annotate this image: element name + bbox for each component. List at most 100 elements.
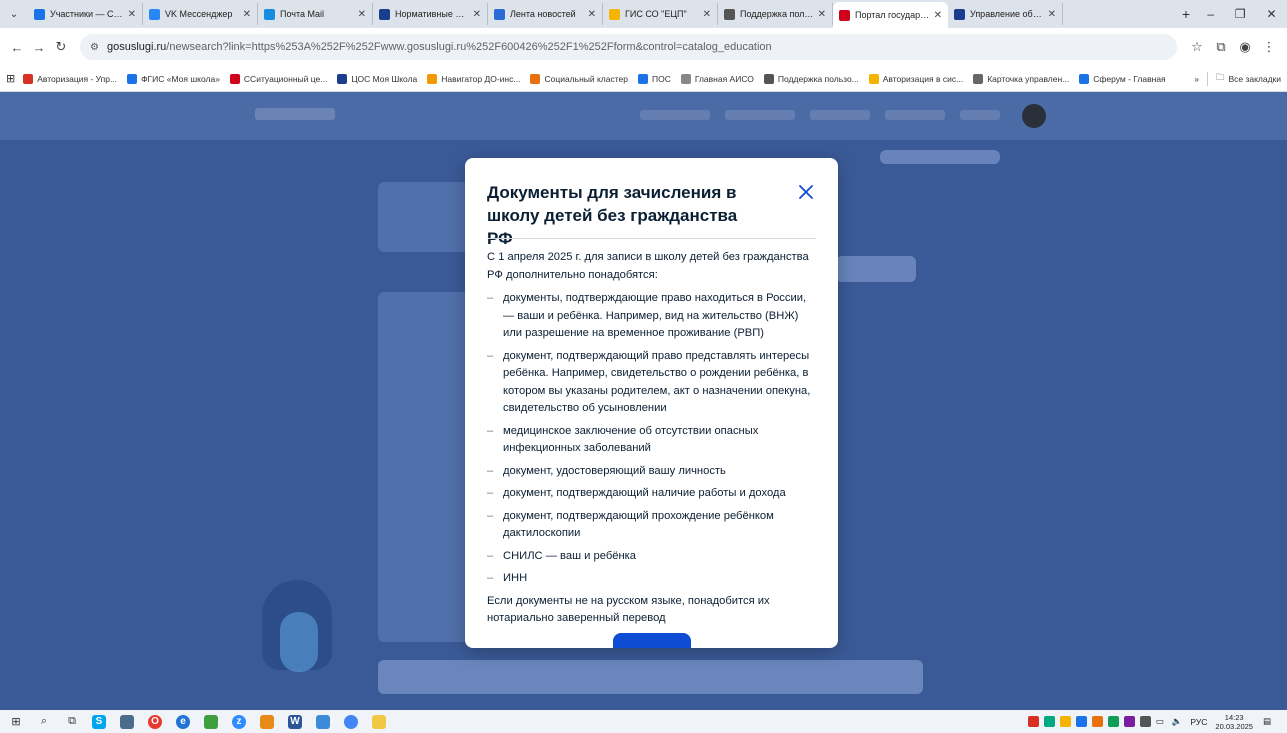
tray-app-icon[interactable] [1075,716,1087,727]
network-icon[interactable]: ▭ [1156,716,1164,727]
browser-tab[interactable]: Управление образо ✕ [948,3,1063,25]
new-tab-button[interactable]: + [1175,6,1197,22]
notifications-icon[interactable]: ▤ [1263,716,1271,727]
list-bullet: – [487,549,494,562]
tab-close-icon[interactable]: ✕ [358,9,366,20]
apps-grid-icon[interactable]: ⊞ [6,72,15,85]
browser-tab[interactable]: ГИС СО "ЕЦП" ✕ [603,3,718,25]
background-block [378,292,468,642]
language-indicator[interactable]: РУС [1190,717,1207,727]
bookmark-item[interactable]: Поддержка пользо... [763,73,859,84]
chrome-icon[interactable] [344,714,358,729]
tab-close-icon[interactable]: ✕ [128,9,136,20]
browser-tab-bar: ⌄ Участники — Сферу✕VK Мессенджер✕Почта … [0,0,1287,28]
bookmark-item[interactable]: Навигатор ДО-инс... [427,73,520,84]
tray-app-icon[interactable] [1027,716,1039,727]
tab-close-icon[interactable]: ✕ [1048,9,1056,20]
header-nav-item [960,110,1000,120]
tab-strip: Участники — Сферу✕VK Мессенджер✕Почта Ma… [28,0,1175,28]
extensions-icon[interactable]: ⧉ [1209,39,1233,55]
list-bullet: – [487,572,494,584]
bookmark-item[interactable]: ССитуационный це... [229,73,328,84]
outlook-icon[interactable] [260,714,274,729]
modal-header: Документы для зачисления в школу детей б… [487,181,767,250]
tray-app-icon[interactable] [1123,716,1135,727]
all-bookmarks-link[interactable]: Все закладки [1228,74,1281,84]
bookmark-item[interactable]: Карточка управлен... [973,73,1070,84]
tray-app-icon[interactable] [1059,716,1071,727]
header-nav-item [810,110,870,120]
tab-search-icon[interactable]: ⌄ [0,0,28,28]
bookmark-label: Сферум - Главная [1093,73,1166,84]
bookmark-item[interactable]: Авторизация в сис... [868,73,963,84]
word-icon[interactable]: W [288,714,302,729]
site-info-icon[interactable]: ⚙ [90,42,99,53]
browser-tab[interactable]: Поддержка пользо ✕ [718,3,833,25]
bookmark-item[interactable]: Сферум - Главная [1079,73,1166,84]
system-clock[interactable]: 14:23 20.03.2025 [1215,713,1253,731]
browser-tab[interactable]: Участники — Сферу✕ [28,3,143,25]
browser-tab[interactable]: VK Мессенджер ✕ [143,3,258,25]
more-bookmarks-button[interactable]: » [1194,74,1199,84]
ie-icon[interactable]: e [176,714,190,729]
tray-app-icon[interactable] [1043,716,1055,727]
forward-arrow-icon[interactable]: → [28,40,50,55]
opera-icon[interactable]: O [148,714,162,729]
tab-close-icon[interactable]: ✕ [473,9,481,20]
close-icon[interactable] [796,182,816,202]
bookmark-item[interactable]: Социальный кластер [530,73,628,84]
bookmark-label: Карточка управлен... [987,73,1070,84]
tray-app-icon[interactable] [1091,716,1103,727]
bookmark-item[interactable]: ЦОС Моя Школа [337,73,417,84]
user-avatar [1022,104,1046,128]
profile-icon[interactable]: ◉ [1233,39,1257,55]
zoom-icon[interactable]: z [232,714,246,729]
bookmark-item[interactable]: ФГИС «Моя школа» [127,73,220,84]
modal-primary-button[interactable] [613,633,691,648]
tab-close-icon[interactable]: ✕ [934,10,942,21]
bookmark-item[interactable]: Авторизация - Упр... [23,73,117,84]
file-explorer-icon[interactable] [372,714,386,729]
minimize-button[interactable]: – [1207,7,1214,21]
list-bullet: – [487,487,494,499]
tab-close-icon[interactable]: ✕ [243,9,251,20]
close-window-button[interactable]: ✕ [1267,7,1277,21]
document-list-item: – документ, подтверждающий право представ… [487,348,816,418]
photos-icon[interactable] [204,714,218,729]
document-item-text: документ, подтверждающий наличие работы … [503,487,786,499]
back-arrow-icon[interactable]: ← [6,40,28,55]
tab-favicon-icon [494,8,505,20]
browser-menu-icon[interactable]: ⋮ [1257,39,1281,55]
restore-button[interactable]: ❐ [1235,7,1246,21]
tray-app-icon[interactable] [1139,716,1151,727]
tab-favicon-icon [264,8,275,20]
app-icon[interactable] [316,714,330,729]
browser-tab[interactable]: Почта Mail ✕ [258,3,373,25]
app-icon[interactable] [120,714,134,729]
document-item-text: документ, подтверждающий прохождение реб… [503,509,774,540]
volume-icon[interactable]: 🔈 [1172,716,1183,727]
site-logo [255,108,335,120]
bookmark-item[interactable]: ПОС [637,73,671,84]
tray-app-icon[interactable] [1107,716,1119,727]
bookmark-star-icon[interactable]: ☆ [1185,39,1209,55]
browser-tab[interactable]: Нормативные доку ✕ [373,3,488,25]
skype-icon[interactable]: S [92,714,106,729]
tab-label: Поддержка пользо [740,9,815,19]
tab-close-icon[interactable]: ✕ [703,9,711,20]
url-input[interactable]: ⚙ gosuslugi.ru/newsearch?link=https%253A… [80,34,1177,60]
browser-tab[interactable]: Лента новостей ✕ [488,3,603,25]
bookmark-label: ССитуационный це... [243,73,328,84]
address-bar: ← → ↻ ⚙ gosuslugi.ru/newsearch?link=http… [0,28,1287,66]
reload-icon[interactable]: ↻ [50,39,72,55]
bookmark-item[interactable]: Главная АИСО [680,73,754,84]
search-icon[interactable]: ⌕ [36,715,52,728]
tab-favicon-icon [839,9,850,21]
windows-start-icon[interactable]: ⊞ [8,715,24,728]
tab-close-icon[interactable]: ✕ [818,9,826,20]
browser-tab[interactable]: Портал государств ✕ [833,2,948,28]
tab-close-icon[interactable]: ✕ [588,9,596,20]
bookmark-favicon-icon [127,73,138,84]
header-nav-item [885,110,945,120]
task-view-icon[interactable]: ⧉ [64,715,80,728]
